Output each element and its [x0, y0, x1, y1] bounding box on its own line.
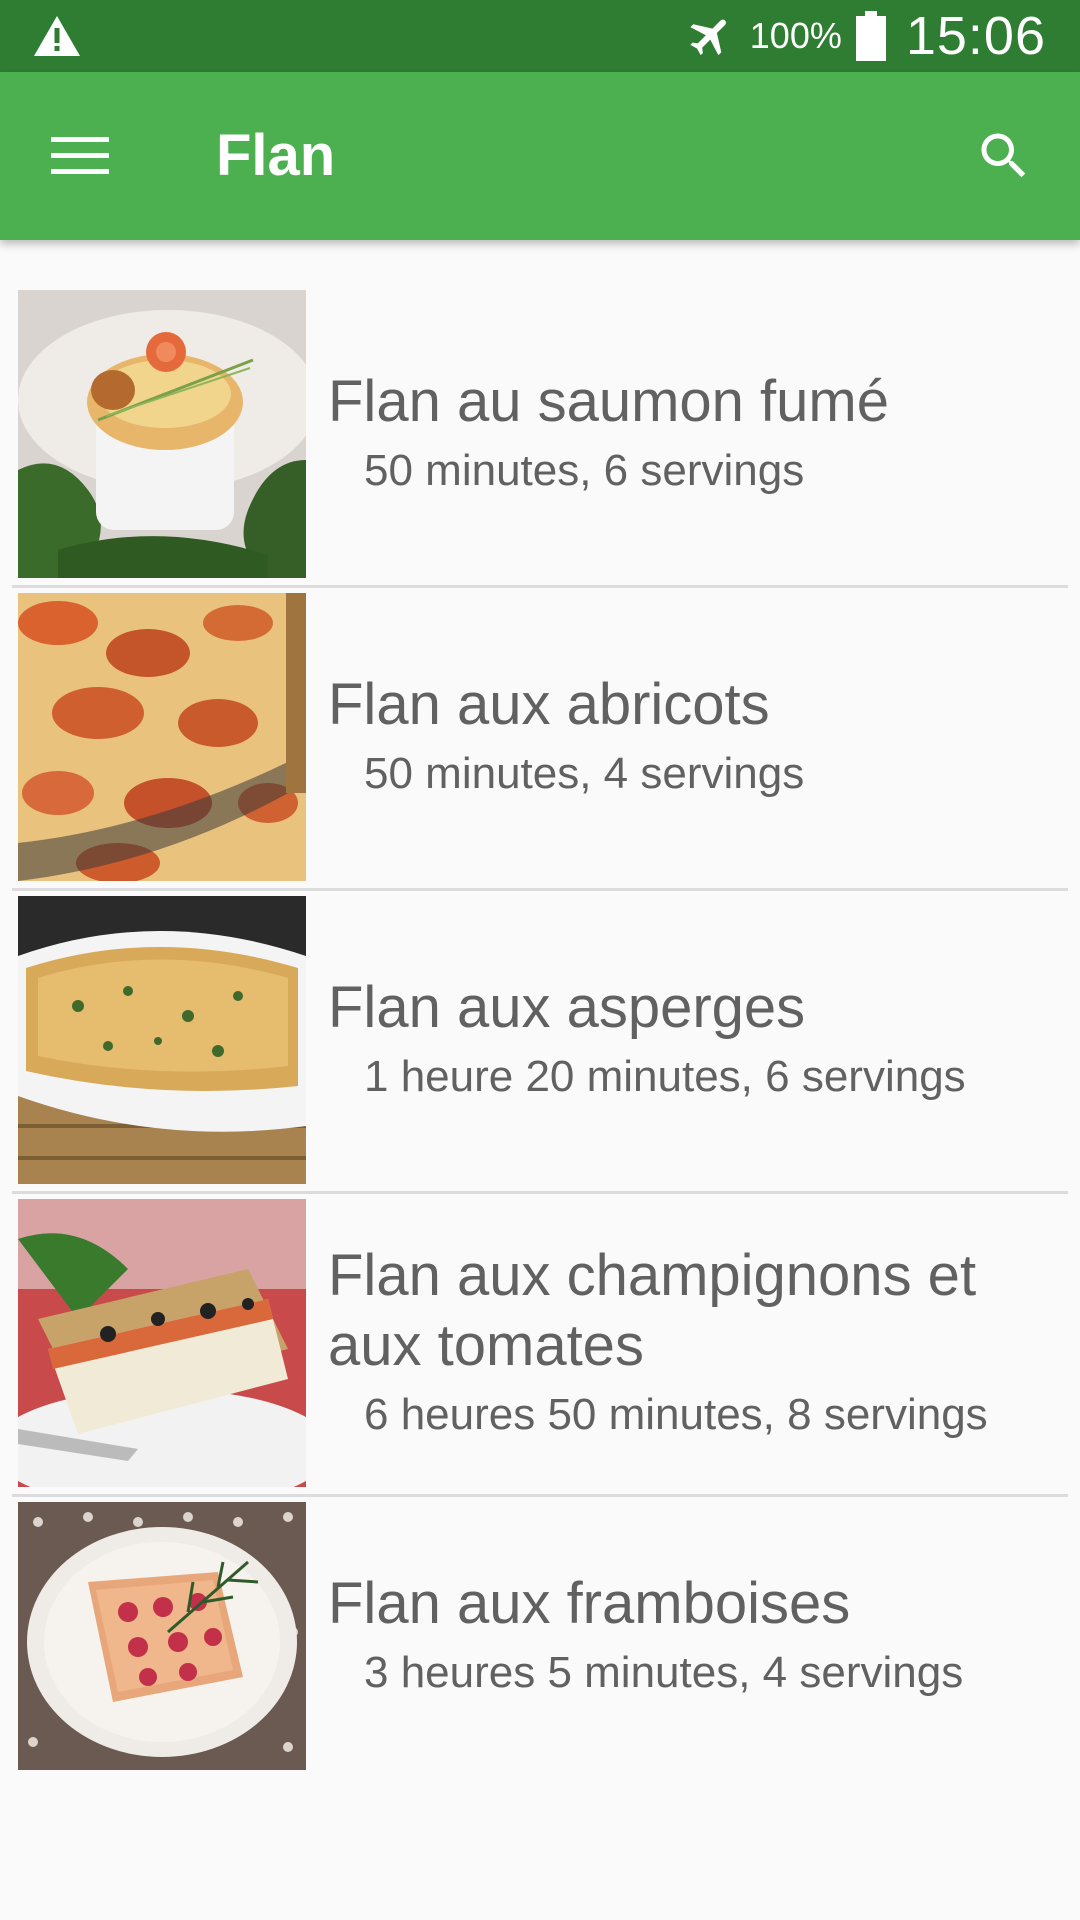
list-item-flan-aux-abricots[interactable]: Flan aux abricots 50 minutes, 4 servings: [0, 543, 1080, 881]
app-toolbar: Flan: [0, 72, 1080, 240]
recipe-meta: 50 minutes, 6 servings: [364, 446, 805, 495]
warning-icon: [34, 16, 80, 56]
search-icon: [981, 133, 1026, 178]
recipe-meta: 3 heures 5 minutes, 4 servings: [364, 1648, 964, 1697]
airplane-mode-icon: [690, 19, 726, 56]
list-item-flan-aux-asperges[interactable]: Flan aux asperges 1 heure 20 minutes, 6 …: [0, 846, 1080, 1184]
page-title: Flan: [216, 123, 336, 188]
clock: 15:06: [905, 6, 1046, 66]
recipe-title: Flan au saumon fumé: [328, 369, 889, 434]
recipe-thumbnail: [18, 593, 306, 881]
recipe-thumbnail: [18, 1199, 306, 1487]
battery-full-icon: [855, 11, 886, 61]
recipe-thumbnail: [18, 896, 306, 1184]
recipe-thumbnail: [18, 290, 306, 578]
recipe-thumbnail: [18, 1502, 306, 1770]
recipe-title: Flan aux framboises: [328, 1571, 851, 1636]
recipe-text: Flan aux asperges 1 heure 20 minutes, 6 …: [328, 896, 1060, 1184]
recipe-title: Flan aux asperges: [328, 975, 806, 1040]
list-item-flan-aux-champignons-et-aux-tomates[interactable]: Flan aux champignons et aux tomates 6 he…: [0, 1149, 1080, 1487]
battery-percentage: 100%: [749, 15, 842, 56]
list-item-flan-aux-framboises[interactable]: Flan aux framboises 3 heures 5 minutes, …: [0, 1452, 1080, 1770]
recipe-meta: 50 minutes, 4 servings: [364, 749, 805, 798]
recipe-text: Flan aux abricots 50 minutes, 4 servings: [328, 593, 1060, 881]
recipe-title: Flan aux abricots: [328, 672, 770, 737]
recipe-title: Flan aux champignons et aux tomates: [328, 1243, 977, 1378]
recipe-meta: 6 heures 50 minutes, 8 servings: [364, 1390, 988, 1439]
status-indicators: 100% 15:06: [686, 0, 1046, 72]
recipe-text: Flan aux framboises 3 heures 5 minutes, …: [328, 1502, 1060, 1770]
menu-button[interactable]: [40, 116, 120, 196]
recipe-text: Flan au saumon fumé 50 minutes, 6 servin…: [328, 290, 1060, 578]
status-bar: 100% 15:06: [0, 0, 1080, 72]
list-item-flan-au-saumon-fume[interactable]: Flan au saumon fumé 50 minutes, 6 servin…: [0, 240, 1080, 578]
search-button[interactable]: [964, 116, 1044, 196]
recipe-text: Flan aux champignons et aux tomates 6 he…: [328, 1199, 1060, 1487]
hamburger-menu-icon: [51, 137, 109, 174]
recipe-meta: 1 heure 20 minutes, 6 servings: [364, 1052, 966, 1101]
